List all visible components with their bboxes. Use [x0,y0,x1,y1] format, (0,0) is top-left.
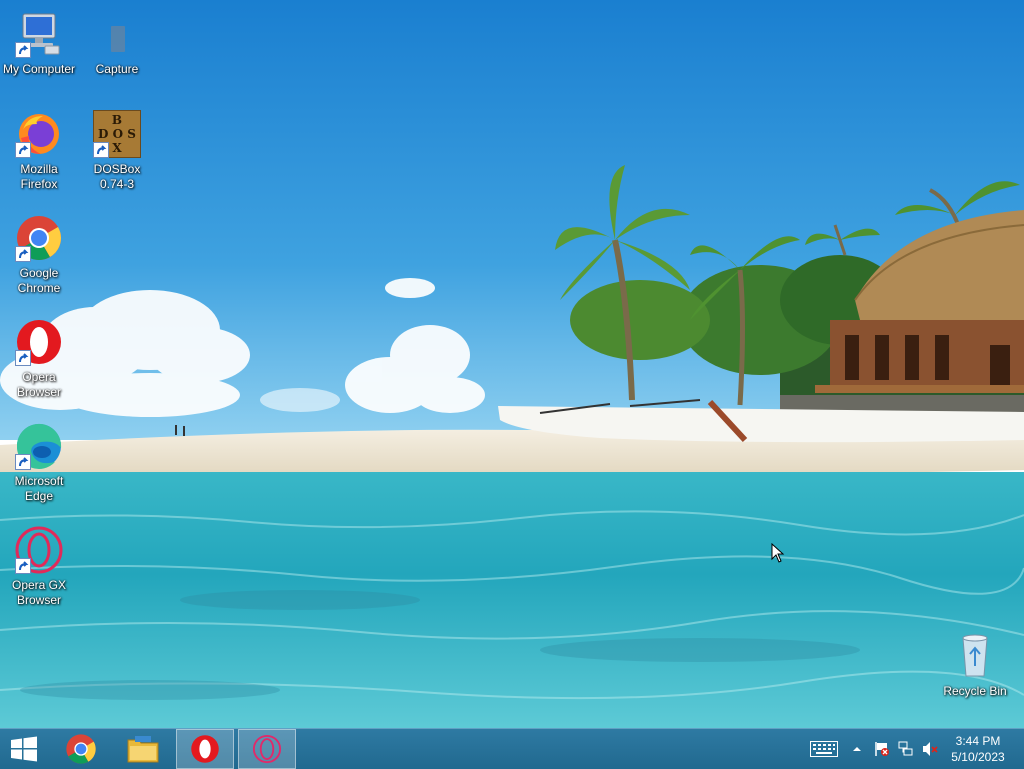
edge-icon [15,422,63,470]
desktop-icon-opera-gx[interactable]: Opera GX Browser [0,526,78,608]
shortcut-arrow-icon [15,142,31,158]
firefox-icon [15,110,63,158]
shortcut-arrow-icon [15,350,31,366]
volume-muted-icon[interactable] [922,741,938,757]
start-button[interactable] [0,729,48,769]
desktop-icon-chrome[interactable]: Google Chrome [0,214,78,296]
network-icon[interactable] [898,741,914,757]
mouse-cursor-icon [771,543,785,563]
opera-gx-icon [15,526,63,574]
clock-time: 3:44 PM [955,734,1001,748]
shortcut-arrow-icon [15,42,31,58]
shortcut-arrow-icon [15,246,31,262]
desktop-icon-firefox[interactable]: Mozilla Firefox [0,110,78,192]
action-center-flag-icon[interactable] [874,741,890,757]
taskbar-file-explorer-button[interactable] [114,729,172,769]
taskbar: 3:44 PM 5/10/2023 [0,728,1024,769]
desktop-icon-opera[interactable]: Opera Browser [0,318,78,400]
desktop-icon-edge[interactable]: Microsoft Edge [0,422,78,504]
desktop-icon-capture[interactable]: Capture [78,10,156,77]
taskbar-opera-button[interactable] [176,729,234,769]
shortcut-arrow-icon [15,454,31,470]
dosbox-icon-text: D O S [98,127,136,141]
dosbox-icon: B D O S X [93,110,141,158]
recycle-bin-icon [951,632,999,680]
shortcut-arrow-icon [15,558,31,574]
desktop-icon-dosbox[interactable]: B D O S X DOSBox 0.74-3 [78,110,156,192]
file-icon [93,10,141,58]
opera-gx-icon [252,734,282,764]
computer-icon [15,10,63,58]
keyboard-icon[interactable] [810,741,838,757]
desktop-icon-label: Opera Browser [16,370,61,399]
taskbar-clock[interactable]: 3:44 PM 5/10/2023 [948,733,1008,765]
shortcut-arrow-icon [93,142,109,158]
taskbar-opera-gx-button[interactable] [238,729,296,769]
taskbar-chrome-button[interactable] [52,729,110,769]
chevron-up-icon[interactable] [852,745,862,753]
windows-logo-icon [11,736,37,762]
desktop-icon-label: Mozilla Firefox [20,162,58,191]
desktop-icon-my-computer[interactable]: My Computer [0,10,78,77]
chrome-icon [15,214,63,262]
desktop-icon-label: Google Chrome [17,266,61,295]
dosbox-icon-text: B [111,113,123,127]
desktop-icon-label: Opera GX Browser [11,578,67,607]
folder-icon [127,736,159,763]
chrome-icon [66,734,96,764]
desktop-icon-label: Capture [95,62,139,76]
desktop-icon-recycle-bin[interactable]: Recycle Bin [936,632,1014,699]
desktop-icon-label: DOSBox 0.74-3 [93,162,141,191]
desktop-icon-label: Microsoft Edge [14,474,64,503]
opera-icon [191,735,219,763]
opera-icon [15,318,63,366]
clock-date: 5/10/2023 [951,750,1005,764]
desktop-icon-label: Recycle Bin [943,684,1007,698]
desktop-icon-label: My Computer [2,62,76,76]
